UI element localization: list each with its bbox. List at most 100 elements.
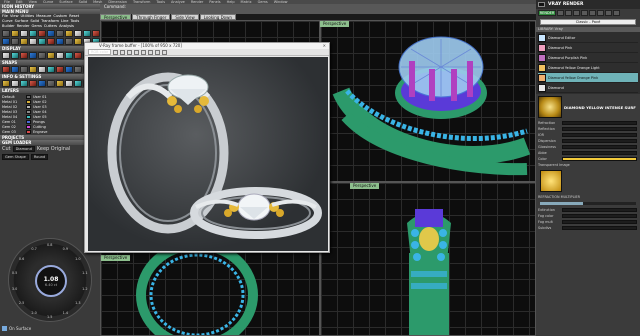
command-bar[interactable]: Command:	[100, 4, 536, 14]
tool-icon[interactable]	[74, 30, 82, 37]
tool-icon[interactable]	[2, 80, 10, 87]
tool-icon[interactable]	[38, 38, 46, 45]
tool-icon[interactable]	[47, 38, 55, 45]
property-value-field[interactable]	[562, 151, 637, 155]
dial-tick-label[interactable]: 0.9	[63, 247, 68, 251]
render-tool-icon[interactable]	[162, 49, 168, 55]
viewport-bottom-right[interactable]	[320, 182, 536, 336]
material-combo[interactable]: Classic - Pavé	[540, 19, 636, 25]
tool-icon[interactable]	[47, 52, 55, 59]
material-item[interactable]: Diamond Editor	[538, 33, 638, 43]
tool-icon[interactable]	[74, 66, 82, 73]
layer-color-swatch[interactable]	[26, 114, 31, 119]
vray-tool-icon[interactable]	[581, 10, 588, 16]
tool-icon[interactable]	[29, 66, 37, 73]
dial-tick-label[interactable]: 2.5	[19, 301, 24, 305]
tool-icon[interactable]	[65, 66, 73, 73]
layer-color-swatch[interactable]	[26, 94, 31, 99]
on-surface-toggle[interactable]: On Surface	[2, 326, 31, 331]
refraction-slider[interactable]	[540, 202, 636, 205]
viewport-label-1[interactable]: Perspective	[320, 21, 350, 27]
property-value-field[interactable]	[562, 214, 637, 218]
tool-icon[interactable]	[20, 66, 28, 73]
tool-icon[interactable]	[38, 80, 46, 87]
tool-icon[interactable]	[56, 80, 64, 87]
tool-icon[interactable]	[38, 52, 46, 59]
render-tool-icon[interactable]	[113, 49, 119, 55]
tool-icon[interactable]	[56, 38, 64, 45]
tool-icon[interactable]	[2, 66, 10, 73]
tool-icon[interactable]	[29, 38, 37, 45]
property-value-field[interactable]	[562, 139, 637, 143]
material-item[interactable]: Diamond Purplish Pink	[538, 53, 638, 63]
tool-icon[interactable]	[11, 38, 19, 45]
vray-tool-icon[interactable]	[573, 10, 580, 16]
tool-icon[interactable]	[20, 52, 28, 59]
render-tool-icon[interactable]	[141, 49, 147, 55]
vray-tool-icon[interactable]	[557, 10, 564, 16]
main-menu-gems[interactable]: Gems	[32, 24, 42, 29]
viewport-top-right[interactable]	[320, 20, 536, 182]
material-item[interactable]: Diamond Yellow Orange Light	[538, 63, 638, 73]
tool-icon[interactable]	[65, 52, 73, 59]
material-item[interactable]: Diamond	[538, 83, 638, 93]
render-tool-icon[interactable]	[127, 49, 133, 55]
property-value-field[interactable]	[562, 127, 637, 131]
vray-tool-icon[interactable]	[565, 10, 572, 16]
tool-icon[interactable]	[38, 30, 46, 37]
dial-tick-label[interactable]: 1.0	[75, 257, 80, 261]
layer-color-swatch[interactable]	[26, 124, 31, 129]
channel-select[interactable]: RGB color	[88, 49, 112, 55]
dial-tick-label[interactable]: 0.5	[12, 271, 17, 275]
viewport-label-2[interactable]: Perspective	[350, 183, 380, 189]
layer-color-swatch[interactable]	[26, 129, 31, 134]
tool-icon[interactable]	[65, 80, 73, 87]
tool-icon[interactable]	[47, 66, 55, 73]
dial-tick-label[interactable]: 1.1	[82, 271, 87, 275]
tool-icon[interactable]	[11, 66, 19, 73]
main-menu-analysis[interactable]: Analysis	[59, 24, 74, 29]
layer-color-swatch[interactable]	[26, 109, 31, 114]
tool-icon[interactable]	[47, 30, 55, 37]
dial-tick-label[interactable]: 0.6	[19, 257, 24, 261]
layer-color-swatch[interactable]	[26, 99, 31, 104]
tool-icon[interactable]	[2, 52, 10, 59]
tool-icon[interactable]	[11, 30, 19, 37]
property-value-field[interactable]	[562, 208, 637, 212]
dial-tick-label[interactable]: 0.7	[31, 247, 36, 251]
tool-icon[interactable]	[56, 66, 64, 73]
dial-tick-label[interactable]: 2.0	[31, 311, 36, 315]
tool-icon[interactable]	[56, 30, 64, 37]
property-value-field[interactable]	[562, 226, 637, 230]
property-value-field[interactable]	[562, 145, 637, 149]
tool-icon[interactable]	[11, 52, 19, 59]
vray-tool-icon[interactable]	[613, 10, 620, 16]
render-tool-icon[interactable]	[134, 49, 140, 55]
tool-icon[interactable]	[29, 52, 37, 59]
tool-icon[interactable]	[65, 30, 73, 37]
tool-icon[interactable]	[47, 80, 55, 87]
tool-icon[interactable]	[20, 80, 28, 87]
dial-tick-label[interactable]: 0.8	[47, 243, 52, 247]
render-tool-icon[interactable]	[148, 49, 154, 55]
property-value-field[interactable]	[562, 133, 637, 137]
main-menu-cutters[interactable]: Cutters	[44, 24, 57, 29]
keep-original-label[interactable]: Keep Original	[37, 146, 71, 152]
vray-tool-icon[interactable]	[589, 10, 596, 16]
tool-icon[interactable]	[74, 80, 82, 87]
texture-thumbnail[interactable]	[540, 170, 562, 192]
tool-icon[interactable]	[20, 30, 28, 37]
tool-icon[interactable]	[65, 38, 73, 45]
tool-icon[interactable]	[11, 80, 19, 87]
tool-icon[interactable]	[83, 30, 91, 37]
layer-color-swatch[interactable]	[26, 104, 31, 109]
property-value-field[interactable]	[562, 121, 637, 125]
property-value-field[interactable]	[562, 220, 637, 224]
dial-tick-label[interactable]: 1.4	[63, 311, 68, 315]
material-item[interactable]: Diamond Yellow Orange Pink	[538, 73, 638, 83]
main-menu-builder[interactable]: Builder	[2, 24, 15, 29]
cut-select[interactable]: Diamond	[12, 146, 35, 152]
tool-icon[interactable]	[74, 52, 82, 59]
gem-shape-select[interactable]: Round	[30, 154, 49, 160]
render-tool-icon[interactable]	[120, 49, 126, 55]
